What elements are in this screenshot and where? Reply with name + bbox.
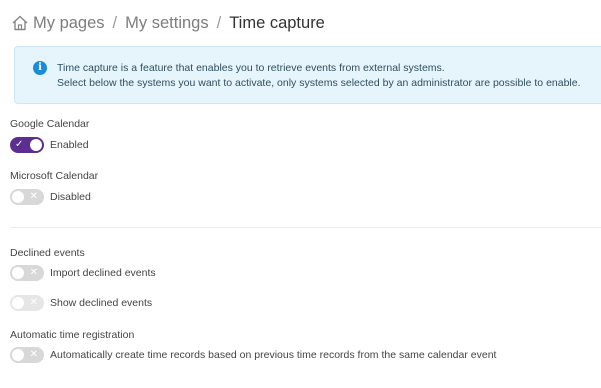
check-icon: ✓ xyxy=(15,139,24,150)
microsoft-calendar-status: Disabled xyxy=(50,191,91,203)
info-text: Time capture is a feature that enables y… xyxy=(57,61,581,91)
google-calendar-row: ✓ Enabled xyxy=(10,137,89,153)
auto-create-row: ✕ Automatically create time records base… xyxy=(10,347,496,363)
microsoft-calendar-toggle[interactable]: ✕ xyxy=(10,189,44,205)
microsoft-calendar-row: ✕ Disabled xyxy=(10,189,91,205)
import-declined-label: Import declined events xyxy=(50,267,156,279)
cross-icon: ✕ xyxy=(29,267,38,278)
toggle-knob xyxy=(30,139,42,151)
microsoft-calendar-label: Microsoft Calendar xyxy=(10,170,99,182)
toggle-knob xyxy=(12,191,24,203)
section-divider xyxy=(10,227,601,228)
automatic-time-registration-label: Automatic time registration xyxy=(10,329,135,341)
breadcrumb-separator: / xyxy=(216,13,222,32)
show-declined-toggle[interactable]: ✕ xyxy=(10,295,44,311)
toggle-knob xyxy=(12,349,24,361)
toggle-knob xyxy=(12,267,24,279)
google-calendar-label: Google Calendar xyxy=(10,118,90,130)
info-icon: i xyxy=(33,61,47,75)
page-title: Time capture xyxy=(229,13,325,32)
breadcrumb: My pages / My settings / Time capture xyxy=(11,12,325,34)
breadcrumb-separator: / xyxy=(112,13,118,32)
cross-icon: ✕ xyxy=(29,191,38,202)
auto-create-toggle[interactable]: ✕ xyxy=(10,347,44,363)
show-declined-row: ✕ Show declined events xyxy=(10,295,152,311)
import-declined-row: ✕ Import declined events xyxy=(10,265,156,281)
breadcrumb-my-settings[interactable]: My settings xyxy=(125,14,208,33)
info-banner: i Time capture is a feature that enables… xyxy=(14,46,601,104)
google-calendar-status: Enabled xyxy=(50,139,89,151)
toggle-knob xyxy=(12,297,24,309)
auto-create-label: Automatically create time records based … xyxy=(50,349,497,361)
cross-icon: ✕ xyxy=(29,349,38,360)
info-line-2: Select below the systems you want to act… xyxy=(57,77,581,89)
google-calendar-toggle[interactable]: ✓ xyxy=(10,137,44,153)
show-declined-label: Show declined events xyxy=(50,297,153,309)
info-line-1: Time capture is a feature that enables y… xyxy=(57,62,445,74)
declined-events-label: Declined events xyxy=(10,247,85,259)
cross-icon: ✕ xyxy=(29,297,38,308)
home-icon[interactable] xyxy=(11,14,29,32)
breadcrumb-my-pages[interactable]: My pages xyxy=(33,14,105,33)
import-declined-toggle[interactable]: ✕ xyxy=(10,265,44,281)
